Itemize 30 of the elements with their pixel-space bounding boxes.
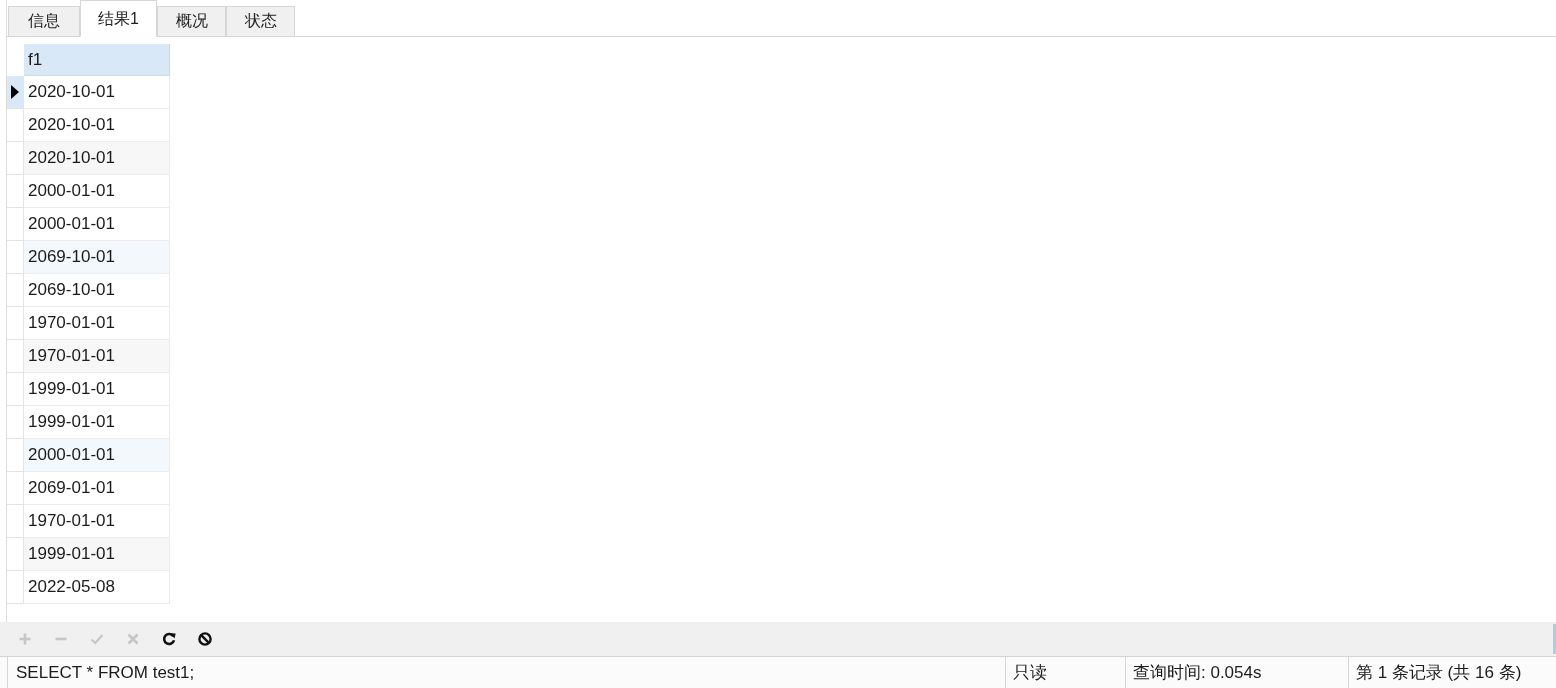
record-count: 第 1 条记录 (共 16 条) <box>1356 661 1522 684</box>
column-header[interactable]: f1 <box>24 44 170 76</box>
table-cell: 2069-10-01 <box>24 274 170 307</box>
table-cell: 2020-10-01 <box>24 76 170 109</box>
table-cell: 1970-01-01 <box>24 505 170 538</box>
table-cell: 2022-05-08 <box>24 571 170 604</box>
tab[interactable]: 结果1 <box>80 0 157 37</box>
table-cell: 2020-10-01 <box>24 142 170 175</box>
refresh-icon[interactable] <box>162 632 176 646</box>
table-cell: 2000-01-01 <box>24 439 170 472</box>
prohibited-icon[interactable] <box>198 632 212 646</box>
query-time: 查询时间: 0.054s <box>1133 661 1262 684</box>
tab[interactable]: 状态 <box>226 6 295 37</box>
table-cell: 2069-10-01 <box>24 241 170 274</box>
tab[interactable]: 信息 <box>8 6 80 37</box>
table-cell: 2000-01-01 <box>24 208 170 241</box>
row-indicator[interactable] <box>7 76 24 109</box>
table-cell: 1970-01-01 <box>24 340 170 373</box>
table-cell: 1999-01-01 <box>24 538 170 571</box>
table-cell: 1970-01-01 <box>24 307 170 340</box>
readonly-status: 只读 <box>1013 661 1047 684</box>
resize-handle[interactable] <box>1553 624 1556 654</box>
table-cell: 1999-01-01 <box>24 406 170 439</box>
table-cell: 2000-01-01 <box>24 175 170 208</box>
table-cell: 1999-01-01 <box>24 373 170 406</box>
table-cell: 2069-01-01 <box>24 472 170 505</box>
query-text: SELECT * FROM test1; <box>16 661 195 684</box>
table-cell: 2020-10-01 <box>24 109 170 142</box>
tab[interactable]: 概况 <box>157 6 226 37</box>
row-pointer-icon <box>11 85 19 99</box>
